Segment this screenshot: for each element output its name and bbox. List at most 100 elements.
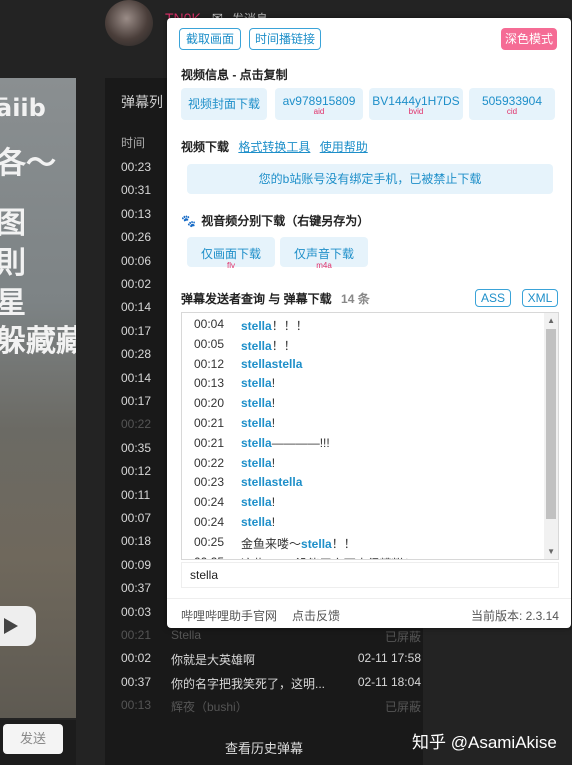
result-match: stella — [241, 515, 272, 529]
bvid-value: BV1444y1H7DS — [372, 94, 460, 108]
panel-footer: 哔哩哔哩助手官网 点击反馈 当前版本: 2.3.14 — [167, 598, 571, 628]
result-text-post: ! — [271, 495, 276, 510]
danmaku-date: 02-11 17:58 — [357, 651, 421, 666]
result-time: 00:04 — [194, 317, 225, 331]
danmaku-time: 00:23 — [121, 160, 152, 174]
version-label: 当前版本: 2.3.14 — [470, 609, 559, 623]
separate-download-title: 视音频分别下载（右键另存为） — [201, 214, 370, 228]
result-text-post: ! — [271, 455, 276, 470]
query-results[interactable]: 00:04 stella！！！ 00:05 stella！！ 00:12 stellast… — [181, 312, 559, 560]
xml-download-button[interactable]: XML — [522, 289, 558, 307]
scroll-thumb[interactable] — [546, 329, 556, 519]
result-time: 00:13 — [194, 376, 225, 391]
danmaku-content: 你的名字把我笑死了，这明... — [171, 676, 326, 691]
result-content: stella！！！ — [241, 317, 308, 334]
help-link[interactable]: 使用帮助 — [320, 140, 368, 154]
danmaku-time: 00:28 — [121, 347, 152, 362]
danmaku-time: 00:21 — [121, 628, 152, 642]
ass-download-button[interactable]: ASS — [475, 289, 511, 307]
send-button[interactable]: 发送 — [3, 724, 63, 754]
audio-only-format: m4a — [316, 261, 332, 270]
play-icon[interactable] — [0, 606, 36, 646]
sender-search-input[interactable]: stella — [181, 562, 559, 588]
result-match: stella — [241, 376, 272, 391]
video-overlay-text: 各～ — [0, 146, 56, 181]
result-time: 00:24 — [194, 495, 225, 510]
aid-label: aid — [313, 107, 325, 116]
audio-only-label: 仅声音下载 — [293, 247, 354, 261]
result-match: stella — [265, 557, 296, 559]
result-time: 00:23 — [194, 475, 225, 490]
danmaku-time: 00:07 — [121, 511, 152, 525]
danmaku-time: 00:26 — [121, 230, 152, 245]
avatar[interactable] — [105, 0, 153, 46]
video-player[interactable]: āiib 各～ 图 則 星 躲藏藏 ⛶ ☢ — [0, 78, 76, 718]
danmaku-time: 00:11 — [121, 487, 151, 502]
capture-frame-button[interactable]: 截取画面 — [179, 28, 241, 50]
danmaku-content: 你就是大英雄啊 — [171, 653, 256, 668]
danmaku-row[interactable]: 00:21 Stella 已屏蔽 — [121, 628, 421, 648]
video-overlay-text: 图 — [0, 206, 26, 241]
format-tool-link[interactable]: 格式转换工具 — [238, 140, 310, 154]
danmaku-row[interactable]: 00:37 你的名字把我笑死了，这明... 02-11 18:04 — [121, 675, 421, 695]
danmaku-time: 00:37 — [121, 674, 152, 689]
official-site-link[interactable]: 哔哩哔哩助手官网 — [181, 607, 277, 624]
danmaku-date: 已屏蔽 — [384, 700, 421, 715]
result-text-pre: 金鱼来喽～ — [241, 536, 302, 551]
danmaku-time: 00:09 — [121, 557, 152, 572]
danmaku-content: Stella — [171, 628, 202, 642]
cid-copy-button[interactable]: 505933904 cid — [469, 88, 555, 120]
query-title: 弹幕发送者查询 与 弹幕下载 — [181, 292, 332, 306]
result-time: 00:25 — [194, 534, 225, 549]
cover-download-button[interactable]: 视频封面下载 — [181, 88, 267, 120]
danmaku-row[interactable]: 00:13 辉夜（bushi） 已屏蔽 — [121, 698, 421, 718]
result-time: 00:21 — [194, 435, 225, 450]
dark-mode-button[interactable]: 深色模式 — [501, 28, 557, 50]
separate-download-section: 🐾 视音频分别下载（右键另存为） — [181, 212, 369, 229]
danmaku-row[interactable]: 00:02 你就是大英雄啊 02-11 17:58 — [121, 651, 421, 671]
aid-value: av978915809 — [282, 94, 356, 108]
watermark: 知乎 @AsamiAkise — [412, 733, 557, 752]
paw-icon: 🐾 — [181, 214, 196, 228]
audio-only-download-button[interactable]: 仅声音下载 m4a — [280, 237, 368, 270]
aid-copy-button[interactable]: av978915809 aid — [275, 88, 363, 120]
danmaku-content: 辉夜（bushi） — [171, 700, 248, 715]
result-content: stella! — [241, 515, 275, 529]
danmaku-date: 02-11 18:04 — [357, 674, 421, 689]
danmaku-time: 00:14 — [121, 300, 152, 315]
feedback-link[interactable]: 点击反馈 — [292, 607, 340, 624]
result-time: 00:22 — [194, 455, 225, 470]
result-content: 这些stella没能平安下来很糟糕！ — [241, 555, 416, 559]
scroll-up-icon[interactable]: ▲ — [547, 316, 555, 325]
result-content: stellastella — [241, 357, 302, 371]
cover-download-label: 视频封面下载 — [187, 97, 260, 111]
danmaku-time: 00:02 — [121, 651, 152, 666]
bvid-label: bvid — [408, 107, 424, 116]
cid-label: cid — [506, 107, 518, 116]
result-content: stella! — [241, 376, 275, 390]
result-match: stellastella — [241, 475, 303, 490]
danmaku-time: 00:22 — [121, 417, 152, 432]
danmaku-time: 00:17 — [121, 323, 152, 338]
result-time: 00:20 — [194, 396, 225, 411]
result-content: stella! — [241, 495, 275, 509]
danmaku-time: 00:18 — [121, 534, 152, 549]
video-overlay-text: 則 — [0, 246, 26, 281]
bvid-copy-button[interactable]: BV1444y1H7DS bvid — [369, 88, 463, 120]
result-text-post: 没能平安下来很糟糕！ — [296, 557, 416, 559]
result-match: stella — [301, 536, 332, 551]
result-content: stellastella — [241, 475, 302, 489]
result-match: stella — [241, 435, 272, 450]
results-scrollbar[interactable]: ▲ ▼ — [544, 313, 558, 559]
danmaku-list-title: 弹幕列 — [121, 94, 163, 110]
video-only-download-button[interactable]: 仅画面下载 flv — [187, 237, 275, 270]
result-content: stella! — [241, 396, 275, 410]
scroll-down-icon[interactable]: ▼ — [547, 547, 555, 556]
result-time: 00:21 — [194, 416, 225, 430]
danmaku-time: 00:35 — [121, 440, 152, 455]
video-overlay-text: āiib — [0, 94, 46, 122]
result-match: stella — [241, 319, 272, 333]
danmaku-date: 已屏蔽 — [384, 630, 421, 644]
history-danmaku-button[interactable]: 查看历史弹幕 — [105, 738, 423, 757]
timestamp-link-button[interactable]: 时间播链接 — [249, 28, 321, 50]
